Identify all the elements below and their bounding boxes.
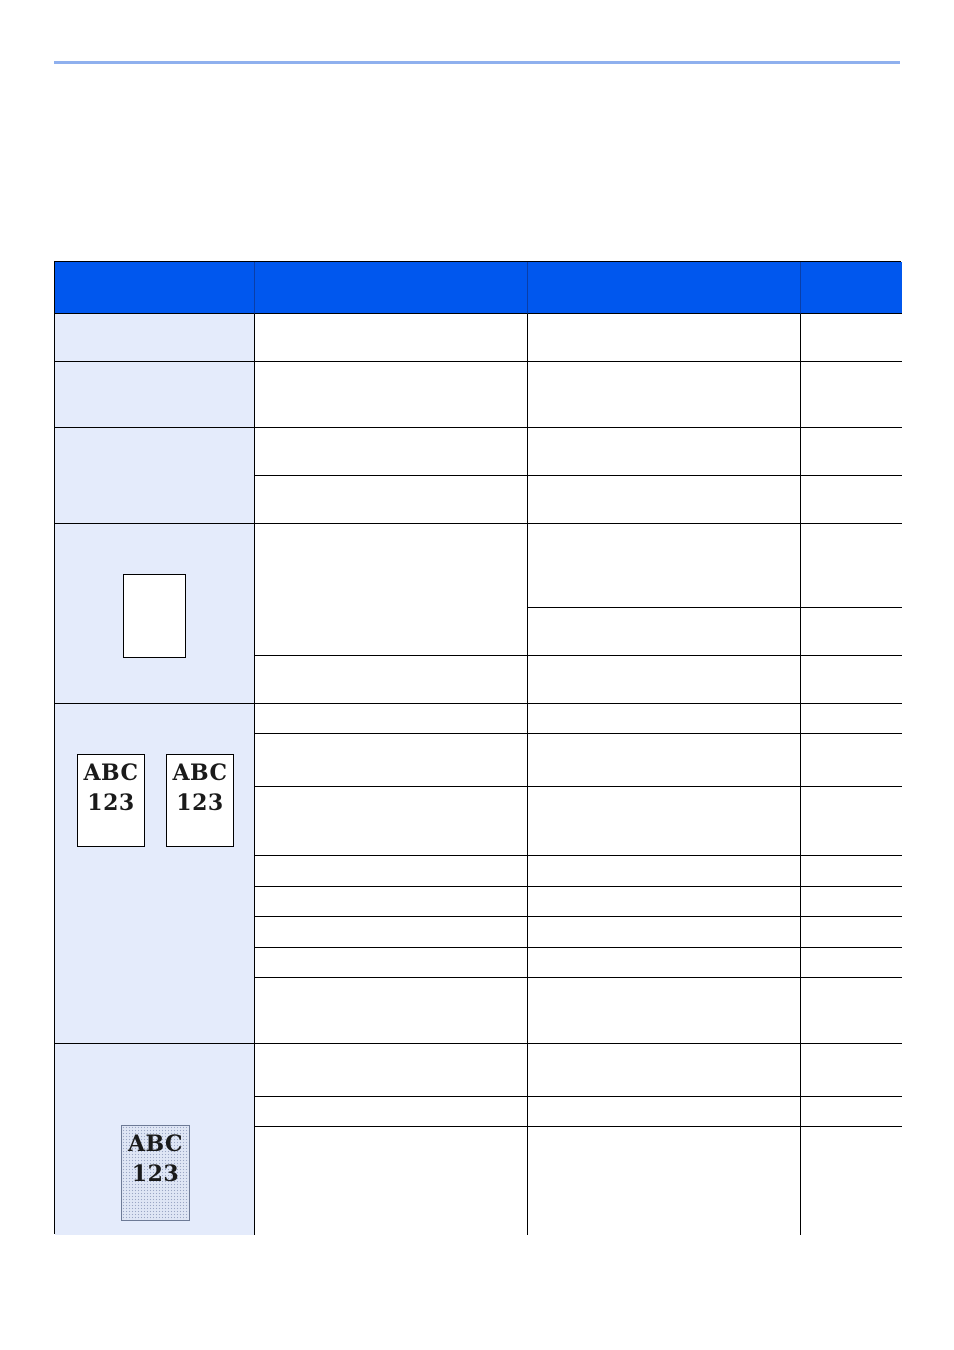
settings-table: ABC 123 ABC 123 ABC 123 — [54, 261, 902, 1235]
table-cell — [255, 428, 528, 476]
table-cell — [801, 887, 902, 917]
table-cell — [255, 656, 528, 704]
table-cell — [255, 887, 528, 917]
table-cell — [255, 1097, 528, 1127]
table-cell — [255, 704, 528, 734]
item-cell-2 — [55, 362, 255, 428]
table-cell — [528, 787, 801, 856]
sample-text-line: ABC — [172, 760, 228, 786]
table-cell — [528, 1127, 801, 1235]
table-cell — [801, 1044, 902, 1097]
table-cell — [528, 1044, 801, 1097]
table-cell — [528, 476, 801, 524]
table-cell — [255, 476, 528, 524]
table-cell — [801, 704, 902, 734]
table-cell — [801, 787, 902, 856]
table-cell — [528, 887, 801, 917]
table-cell — [801, 1097, 902, 1127]
table-cell — [528, 428, 801, 476]
table-cell — [801, 524, 902, 608]
top-rule — [54, 61, 900, 64]
table-cell — [801, 1127, 902, 1235]
item-cell-3 — [55, 428, 255, 524]
table-cell — [528, 362, 801, 428]
table-cell — [528, 656, 801, 704]
table-cell — [801, 428, 902, 476]
table-cell — [255, 948, 528, 978]
table-cell — [255, 524, 528, 656]
sample-text-line: 123 — [87, 790, 135, 816]
item-cell-1 — [55, 314, 255, 362]
table-cell — [801, 476, 902, 524]
table-cell — [528, 948, 801, 978]
table-cell — [801, 656, 902, 704]
sample-text-line: 123 — [176, 790, 224, 816]
table-cell — [801, 978, 902, 1044]
table-cell — [528, 978, 801, 1044]
table-cell — [801, 856, 902, 887]
table-cell — [528, 524, 801, 608]
table-cell — [528, 608, 801, 656]
sample-text-line: ABC — [127, 1131, 184, 1157]
table-cell — [255, 362, 528, 428]
sample-page-right: ABC 123 — [166, 754, 234, 847]
table-cell — [255, 1044, 528, 1097]
sample-page-shaded: ABC 123 — [121, 1125, 190, 1221]
table-cell — [255, 787, 528, 856]
sample-text-line: 123 — [131, 1161, 180, 1187]
header-cell-2 — [255, 262, 528, 314]
table-cell — [528, 917, 801, 948]
table-cell — [528, 734, 801, 787]
table-cell — [801, 362, 902, 428]
table-cell — [255, 856, 528, 887]
sample-page-left: ABC 123 — [77, 754, 145, 847]
header-cell-3 — [528, 262, 801, 314]
sample-text-line: ABC — [83, 760, 139, 786]
table-cell — [801, 314, 902, 362]
table-cell — [528, 856, 801, 887]
table-cell — [801, 917, 902, 948]
table-cell — [528, 1097, 801, 1127]
table-cell — [801, 734, 902, 787]
blank-page-icon — [123, 574, 186, 658]
item-cell-6: ABC 123 — [55, 1044, 255, 1235]
table-cell — [801, 608, 902, 656]
header-cell-4 — [801, 262, 902, 314]
table-cell — [255, 734, 528, 787]
table-cell — [528, 314, 801, 362]
item-cell-5: ABC 123 ABC 123 — [55, 704, 255, 1044]
table-cell — [255, 978, 528, 1044]
table-cell — [255, 917, 528, 948]
table-cell — [528, 704, 801, 734]
table-cell — [255, 1127, 528, 1235]
table-cell — [255, 314, 528, 362]
header-cell-1 — [55, 262, 255, 314]
table-cell — [801, 948, 902, 978]
item-cell-4 — [55, 524, 255, 704]
